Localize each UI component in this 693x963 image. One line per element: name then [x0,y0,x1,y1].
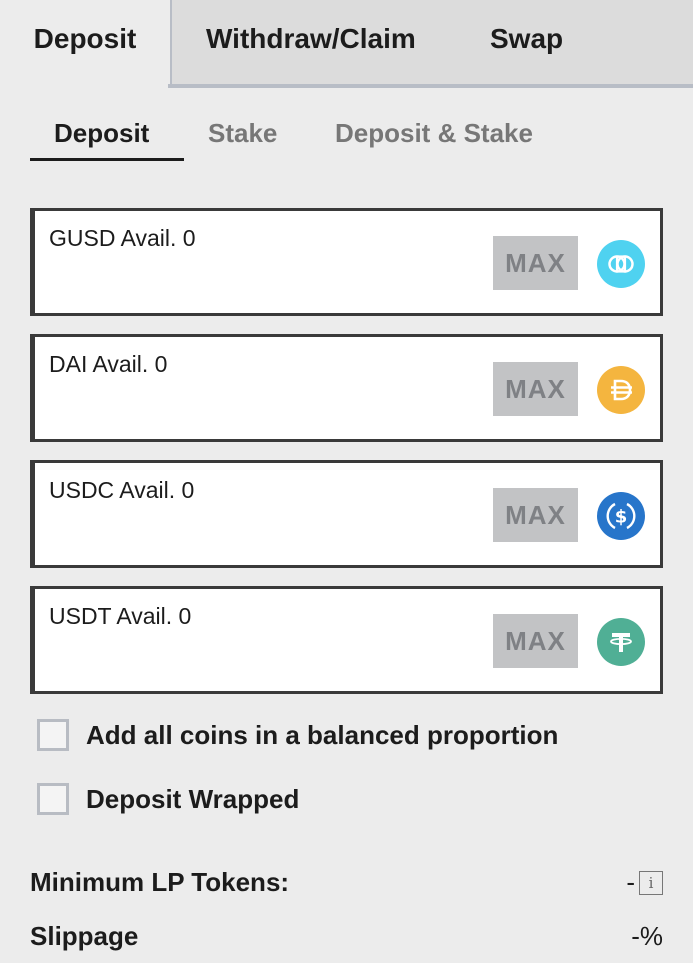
usdc-amount-input[interactable]: USDC Avail. 0 MAX $ [30,460,663,568]
svg-text:$: $ [615,507,628,528]
min-lp-tokens-row: Minimum LP Tokens: - i [30,867,663,903]
gusd-max-button[interactable]: MAX [493,236,578,290]
sub-tabs: Deposit Stake Deposit & Stake [30,118,670,164]
balanced-proportion-option[interactable]: Add all coins in a balanced proportion [37,719,558,751]
gusd-icon [597,240,645,288]
usdc-avail-label: USDC Avail. 0 [49,477,195,503]
subtab-deposit-stake[interactable]: Deposit & Stake [335,118,533,149]
tab-swap[interactable]: Swap [490,0,563,84]
balanced-proportion-label[interactable]: Add all coins in a balanced proportion [86,720,558,751]
slippage-row: Slippage -% [30,921,663,957]
dai-avail-label: DAI Avail. 0 [49,351,168,377]
subtab-stake[interactable]: Stake [208,118,277,149]
tab-withdraw-claim[interactable]: Withdraw/Claim [206,0,416,84]
min-lp-tokens-value-group: - i [626,867,663,898]
usdc-max-button[interactable]: MAX [493,488,578,542]
usdc-icon: $ [597,492,645,540]
slippage-value: -% [631,921,663,951]
deposit-wrapped-option[interactable]: Deposit Wrapped [37,783,299,815]
gusd-avail-label: GUSD Avail. 0 [49,225,196,251]
dai-icon [597,366,645,414]
usdt-avail-label: USDT Avail. 0 [49,603,192,629]
usdt-max-button[interactable]: MAX [493,614,578,668]
dai-amount-input[interactable]: DAI Avail. 0 MAX [30,334,663,442]
gusd-amount-input[interactable]: GUSD Avail. 0 MAX [30,208,663,316]
min-lp-tokens-label: Minimum LP Tokens: [30,867,290,897]
dai-max-button[interactable]: MAX [493,362,578,416]
deposit-wrapped-label[interactable]: Deposit Wrapped [86,784,299,815]
slippage-label: Slippage [30,921,139,951]
info-icon[interactable]: i [639,870,663,895]
usdt-amount-input[interactable]: USDT Avail. 0 MAX [30,586,663,694]
main-tabs: Deposit Withdraw/Claim Swap [0,0,693,88]
deposit-wrapped-checkbox[interactable] [37,783,69,815]
min-lp-tokens-value: - [626,867,635,897]
active-subtab-underline [30,158,184,161]
subtab-deposit[interactable]: Deposit [54,118,149,149]
balanced-proportion-checkbox[interactable] [37,719,69,751]
tab-deposit[interactable]: Deposit [0,0,170,84]
usdt-icon [597,618,645,666]
